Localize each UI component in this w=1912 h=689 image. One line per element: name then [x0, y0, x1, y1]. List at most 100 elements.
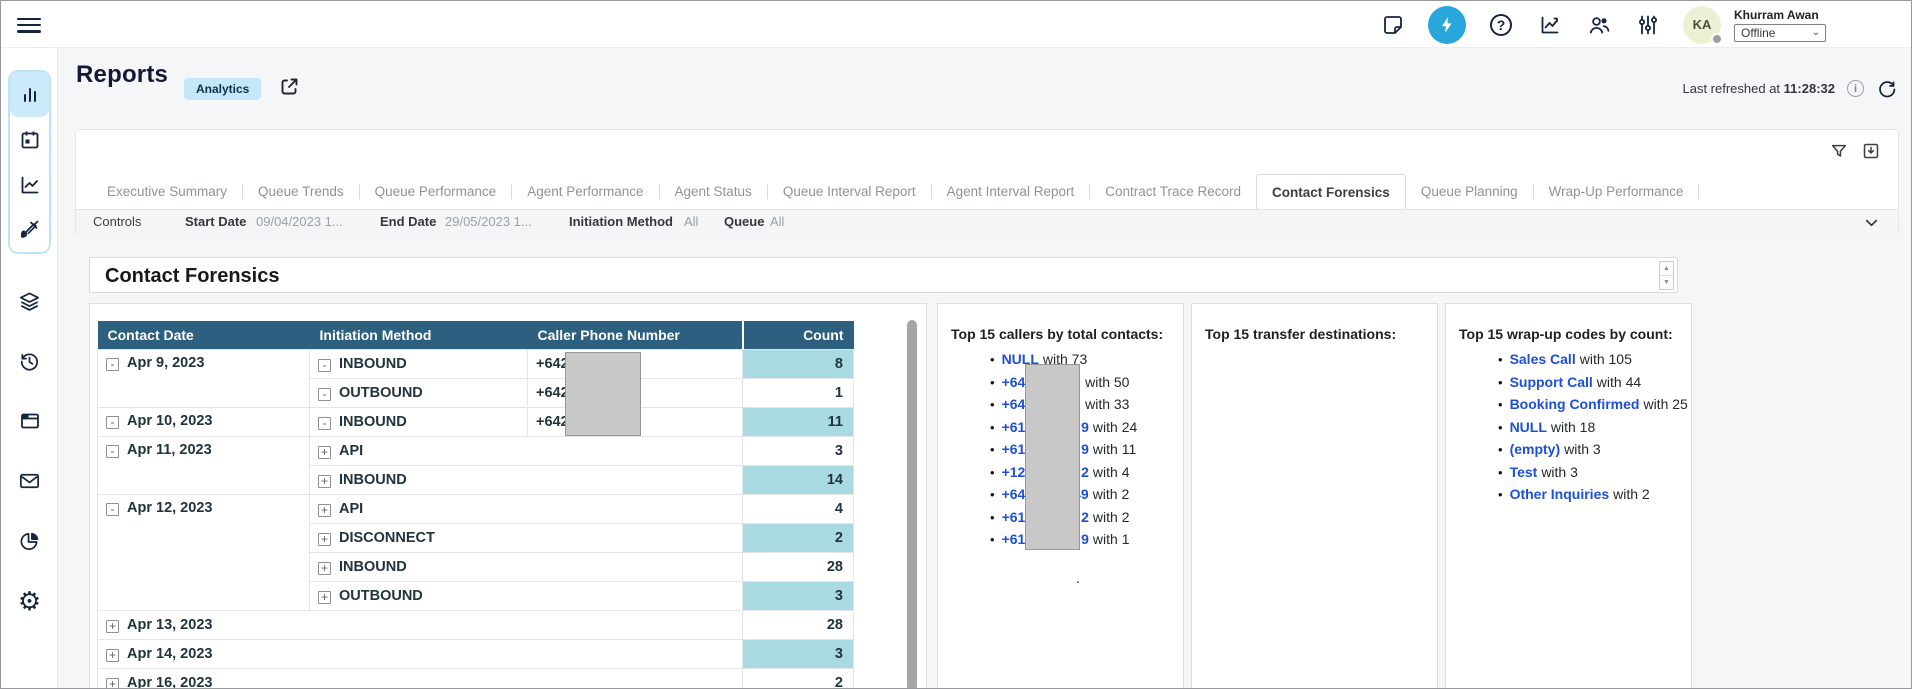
tab-contract-trace-record[interactable]: Contract Trace Record: [1090, 174, 1256, 209]
tab-executive-summary[interactable]: Executive Summary: [92, 174, 242, 209]
forensics-table-card: Contact Date Initiation Method Caller Ph…: [89, 303, 927, 689]
tab-queue-planning[interactable]: Queue Planning: [1406, 174, 1533, 209]
collapse-toggle[interactable]: -: [106, 358, 119, 371]
top-callers-title: Top 15 callers by total contacts:: [951, 326, 1163, 342]
end-date-value[interactable]: 29/05/2023 1...: [445, 214, 532, 229]
lightning-icon[interactable]: [1428, 6, 1466, 44]
refresh-icon[interactable]: [1876, 78, 1897, 99]
initiation-method-value[interactable]: All: [684, 214, 698, 229]
report-card: Executive Summary Queue Trends Queue Per…: [75, 129, 1899, 234]
spinner-down-icon[interactable]: ▼: [1660, 276, 1673, 289]
sidebar-item-pie-chart[interactable]: [1, 524, 58, 558]
filter-icon[interactable]: [1830, 142, 1848, 160]
sidebar-item-settings[interactable]: ⚙: [1, 584, 58, 618]
col-initiation-method[interactable]: Initiation Method: [310, 321, 528, 349]
wrapup-link[interactable]: Booking Confirmed: [1510, 396, 1640, 412]
users-icon[interactable]: [1585, 11, 1613, 39]
wrapup-link[interactable]: NULL: [1510, 419, 1547, 435]
refresh-row: Last refreshed at 11:28:32 i: [1682, 78, 1897, 99]
count-cell: 3: [743, 639, 854, 668]
table-row: +Apr 14, 2023 3: [98, 639, 854, 668]
expand-toggle[interactable]: +: [318, 504, 331, 517]
tab-contact-forensics[interactable]: Contact Forensics: [1256, 174, 1406, 209]
chevron-down-icon: ⌄: [1812, 27, 1820, 38]
tab-queue-performance[interactable]: Queue Performance: [360, 174, 512, 209]
wrapup-item: •Support Callwith 44: [1498, 371, 1688, 394]
wrapup-codes-list: •Sales Callwith 105 •Support Callwith 44…: [1498, 348, 1688, 506]
queue-value[interactable]: All: [770, 214, 784, 229]
wrapup-item: •Testwith 3: [1498, 461, 1688, 484]
tab-wrap-up-performance[interactable]: Wrap-Up Performance: [1534, 174, 1699, 209]
tab-agent-performance[interactable]: Agent Performance: [512, 174, 658, 209]
sidebar-item-mail[interactable]: [1, 464, 58, 498]
expand-toggle[interactable]: +: [318, 562, 331, 575]
report-tabs: Executive Summary Queue Trends Queue Per…: [92, 174, 1699, 209]
collapse-toggle[interactable]: -: [106, 445, 119, 458]
table-row: +Apr 16, 2023 2: [98, 668, 854, 689]
gear-icon: ⚙: [18, 588, 41, 614]
sidebar-item-line-chart[interactable]: [10, 162, 49, 207]
wrapup-link[interactable]: Sales Call: [1510, 351, 1576, 367]
sidebar-item-calendar[interactable]: [10, 117, 49, 162]
expand-toggle[interactable]: +: [318, 446, 331, 459]
expand-toggle[interactable]: +: [106, 620, 119, 633]
card-tools: [1830, 142, 1880, 160]
transfer-destinations-title: Top 15 transfer destinations:: [1205, 326, 1396, 342]
controls-bar: Controls Start Date 09/04/2023 1... End …: [76, 209, 1898, 234]
wrapup-link[interactable]: Support Call: [1510, 374, 1593, 390]
user-name: Khurram Awan: [1734, 8, 1826, 22]
collapse-toggle[interactable]: -: [106, 416, 119, 429]
notes-icon[interactable]: [1379, 11, 1407, 39]
sidebar-item-design-brush[interactable]: [10, 207, 49, 252]
last-refreshed-text: Last refreshed at 11:28:32: [1682, 81, 1835, 96]
table-row: -Apr 10, 2023 -INBOUND +642 11: [98, 407, 854, 436]
collapse-toggle[interactable]: -: [318, 359, 331, 372]
tab-agent-interval-report[interactable]: Agent Interval Report: [932, 174, 1090, 209]
controls-label: Controls: [93, 214, 141, 229]
info-icon[interactable]: i: [1847, 80, 1864, 97]
user-avatar[interactable]: KA: [1683, 6, 1721, 44]
sidebar-item-history[interactable]: [1, 344, 58, 378]
table-scrollbar-thumb[interactable]: [907, 320, 917, 689]
controls-expand-chevron-icon[interactable]: [1863, 214, 1880, 231]
count-cell: 11: [743, 407, 854, 436]
sidebar-item-reports[interactable]: [10, 72, 49, 117]
queue-label: Queue: [724, 214, 764, 229]
sliders-icon[interactable]: [1634, 11, 1662, 39]
help-icon[interactable]: ?: [1487, 11, 1515, 39]
tab-queue-interval-report[interactable]: Queue Interval Report: [768, 174, 931, 209]
col-count[interactable]: Count: [743, 321, 854, 349]
wrapup-link[interactable]: (empty): [1510, 441, 1561, 457]
topbar-actions: ? KA Khurram Awan Offline ⌄: [1379, 1, 1826, 48]
collapse-toggle[interactable]: -: [318, 417, 331, 430]
expand-toggle[interactable]: +: [318, 475, 331, 488]
col-contact-date[interactable]: Contact Date: [98, 321, 310, 349]
tab-queue-trends[interactable]: Queue Trends: [243, 174, 359, 209]
collapse-toggle[interactable]: -: [106, 503, 119, 516]
count-cell: 4: [743, 494, 854, 523]
hamburger-menu-icon[interactable]: [17, 14, 41, 34]
metrics-icon[interactable]: [1536, 11, 1564, 39]
sidebar-item-window[interactable]: [1, 404, 58, 438]
tab-agent-status[interactable]: Agent Status: [660, 174, 767, 209]
count-cell: 2: [743, 523, 854, 552]
expand-toggle[interactable]: +: [318, 591, 331, 604]
spinner-up-icon[interactable]: ▲: [1660, 262, 1673, 276]
expand-toggle[interactable]: +: [106, 649, 119, 662]
count-cell: 2: [743, 668, 854, 689]
expand-toggle[interactable]: +: [106, 678, 119, 689]
expand-toggle[interactable]: +: [318, 533, 331, 546]
wrapup-item: •Sales Callwith 105: [1498, 348, 1688, 371]
wrapup-link[interactable]: Other Inquiries: [1510, 486, 1610, 502]
section-title-bar: Contact Forensics ▲ ▼: [89, 257, 1678, 293]
download-icon[interactable]: [1862, 142, 1880, 160]
user-block: Khurram Awan Offline ⌄: [1734, 8, 1826, 42]
sidebar-item-layers[interactable]: [1, 284, 58, 318]
status-dropdown[interactable]: Offline ⌄: [1734, 24, 1826, 42]
col-caller-phone[interactable]: Caller Phone Number: [528, 321, 743, 349]
wrapup-item: •Booking Confirmedwith 25: [1498, 393, 1688, 416]
wrapup-link[interactable]: Test: [1510, 464, 1538, 480]
collapse-toggle[interactable]: -: [318, 388, 331, 401]
start-date-value[interactable]: 09/04/2023 1...: [256, 214, 343, 229]
external-link-icon[interactable]: [279, 76, 300, 97]
